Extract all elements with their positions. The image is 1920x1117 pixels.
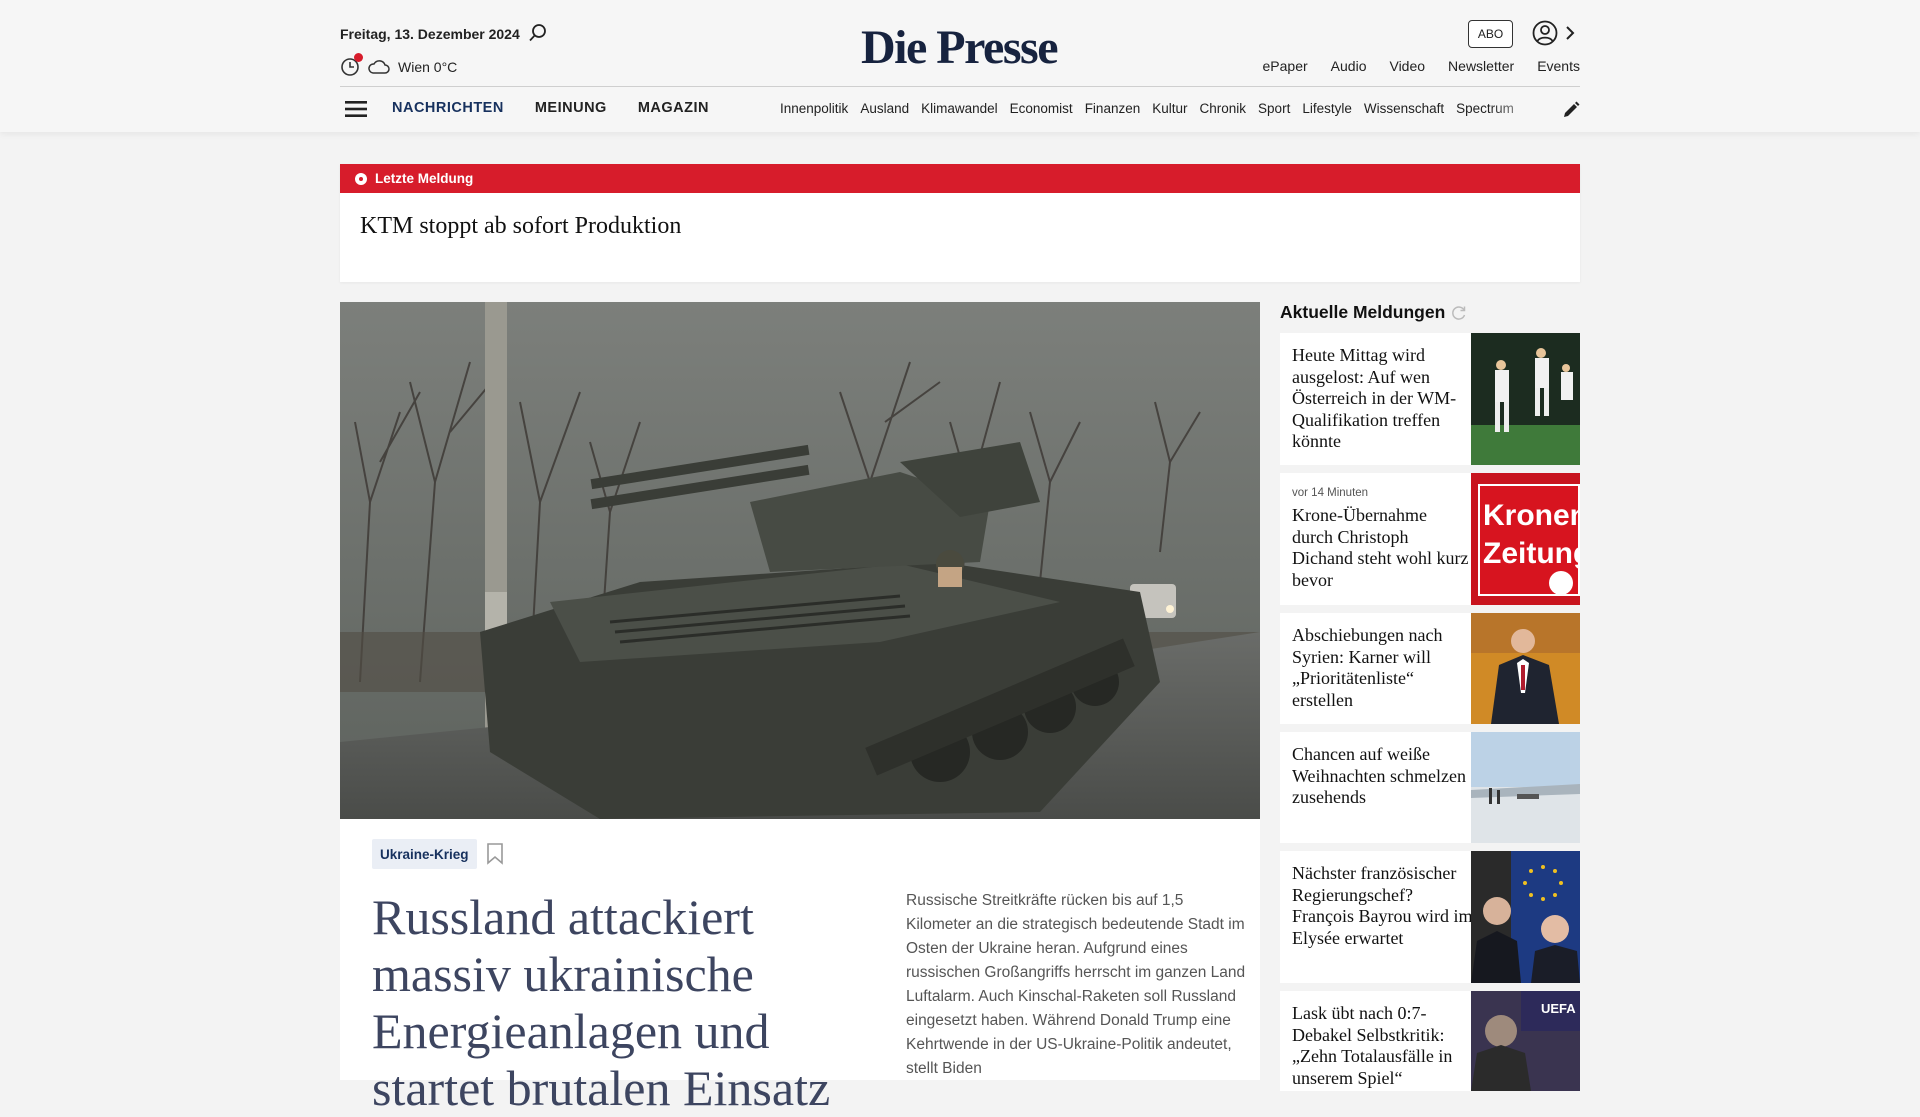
sub-nav: Innenpolitik Ausland Klimawandel Economi… xyxy=(780,101,1550,116)
sub-nav-sport[interactable]: Sport xyxy=(1258,101,1290,116)
list-item[interactable]: Nächster französischer Regierungschef? F… xyxy=(1280,851,1580,983)
sub-nav-chronik[interactable]: Chronik xyxy=(1200,101,1247,116)
breaking-news-bar: Letzte Meldung xyxy=(340,164,1580,193)
abo-button[interactable]: ABO xyxy=(1468,20,1513,48)
news-headline[interactable]: Nächster französischer Regierungschef? F… xyxy=(1292,863,1476,949)
nav-divider xyxy=(340,86,1580,87)
list-item[interactable]: Heute Mittag wird ausgelost: Auf wen Öst… xyxy=(1280,333,1580,465)
top-link-audio[interactable]: Audio xyxy=(1331,58,1367,74)
top-link-video[interactable]: Video xyxy=(1389,58,1425,74)
news-time: vor 14 Minuten xyxy=(1292,487,1369,499)
current-date: Freitag, 13. Dezember 2024 xyxy=(340,26,520,42)
nav-nachrichten[interactable]: NACHRICHTEN xyxy=(392,100,504,116)
kronen-zeitung-thumbnail[interactable]: Kronen Zeitung xyxy=(1471,473,1580,605)
site-header: Freitag, 13. Dezember 2024 Wien 0°C Die … xyxy=(0,0,1920,132)
breaking-label: Letzte Meldung xyxy=(375,171,474,186)
lead-teaser: Russische Streitkräfte rücken bis auf 1,… xyxy=(906,892,1246,1077)
sidebar-title: Aktuelle Meldungen xyxy=(1280,302,1446,322)
winter-landscape-thumbnail[interactable] xyxy=(1471,732,1580,843)
news-text: Nächster französischer Regierungschef? F… xyxy=(1292,863,1476,949)
search-icon[interactable] xyxy=(528,23,548,43)
news-text: Lask übt nach 0:7-Debakel Selbstkritik: … xyxy=(1292,1003,1470,1089)
header-inner: Freitag, 13. Dezember 2024 Wien 0°C Die … xyxy=(340,0,1580,132)
politician-thumbnail[interactable] xyxy=(1471,613,1580,724)
top-link-epaper[interactable]: ePaper xyxy=(1263,58,1308,74)
sidebar-header: Aktuelle Meldungen xyxy=(1280,302,1580,323)
news-list: Heute Mittag wird ausgelost: Auf wen Öst… xyxy=(1280,333,1580,1099)
sub-nav-klimawandel[interactable]: Klimawandel xyxy=(921,101,998,116)
news-text: vor 14 Minuten Krone-Übernahme durch Chr… xyxy=(1292,487,1470,591)
topic-tag[interactable]: Ukraine-Krieg xyxy=(372,839,477,869)
clock-icon[interactable] xyxy=(340,53,363,77)
sub-nav-finanzen[interactable]: Finanzen xyxy=(1085,101,1141,116)
refresh-icon[interactable] xyxy=(1451,305,1467,321)
chevron-right-icon[interactable] xyxy=(1564,23,1576,43)
sub-nav-lifestyle[interactable]: Lifestyle xyxy=(1302,101,1352,116)
sub-nav-wissenschaft[interactable]: Wissenschaft xyxy=(1364,101,1444,116)
sub-nav-economist[interactable]: Economist xyxy=(1010,101,1073,116)
list-item[interactable]: vor 14 Minuten Krone-Übernahme durch Chr… xyxy=(1280,473,1580,605)
sub-nav-ausland[interactable]: Ausland xyxy=(860,101,909,116)
lead-body: Ukraine-Krieg Russland attackiert massiv… xyxy=(340,819,1260,1116)
bayrou-macron-thumbnail[interactable] xyxy=(1471,851,1580,983)
top-link-newsletter[interactable]: Newsletter xyxy=(1448,58,1514,74)
list-item[interactable]: Chancen auf weiße Weihnachten schmelzen … xyxy=(1280,732,1580,843)
news-headline[interactable]: Krone-Übernahme durch Christoph Dichand … xyxy=(1292,505,1470,591)
top-link-events[interactable]: Events xyxy=(1537,58,1580,74)
cloud-icon xyxy=(368,60,390,74)
zeitung-word: Zeitung xyxy=(1483,537,1580,570)
live-icon xyxy=(355,172,367,185)
football-coach-thumbnail[interactable]: UEFA xyxy=(1471,991,1580,1091)
sub-nav-kultur[interactable]: Kultur xyxy=(1152,101,1187,116)
uefa-word: UEFA xyxy=(1541,1001,1576,1016)
kronen-word: Kronen xyxy=(1483,499,1580,532)
lead-image-tank-photo[interactable] xyxy=(340,302,1260,819)
news-text: Abschiebungen nach Syrien: Karner will „… xyxy=(1292,625,1470,711)
pencil-icon[interactable] xyxy=(1562,101,1580,119)
list-item[interactable]: Abschiebungen nach Syrien: Karner will „… xyxy=(1280,613,1580,724)
nav-magazin[interactable]: MAGAZIN xyxy=(638,100,709,116)
latest-news-sidebar: Aktuelle Meldungen Heute Mittag wird aus… xyxy=(1280,302,1580,1091)
lead-article[interactable]: Ukraine-Krieg Russland attackiert massiv… xyxy=(340,302,1260,1116)
menu-icon[interactable] xyxy=(345,100,367,118)
user-icon[interactable] xyxy=(1532,20,1558,46)
breaking-headline[interactable]: KTM stoppt ab sofort Produktion xyxy=(340,193,1580,240)
weather-row: Wien 0°C xyxy=(340,53,458,77)
list-item[interactable]: Lask übt nach 0:7-Debakel Selbstkritik: … xyxy=(1280,991,1580,1091)
lead-title[interactable]: Russland attackiert massiv ukrainische E… xyxy=(372,889,872,1117)
main-nav: NACHRICHTEN MEINUNG MAGAZIN xyxy=(392,100,709,116)
site-logo[interactable]: Die Presse xyxy=(859,20,1059,75)
weather-text: Wien 0°C xyxy=(398,59,458,75)
news-headline[interactable]: Lask übt nach 0:7-Debakel Selbstkritik: … xyxy=(1292,1003,1470,1089)
news-headline[interactable]: Heute Mittag wird ausgelost: Auf wen Öst… xyxy=(1292,345,1470,453)
news-headline[interactable]: Chancen auf weiße Weihnachten schmelzen … xyxy=(1292,744,1470,809)
top-links: ePaper Audio Video Newsletter Events xyxy=(1240,58,1580,74)
news-headline[interactable]: Abschiebungen nach Syrien: Karner will „… xyxy=(1292,625,1470,711)
nav-meinung[interactable]: MEINUNG xyxy=(535,100,607,116)
football-players-thumbnail[interactable] xyxy=(1471,333,1580,465)
news-text: Heute Mittag wird ausgelost: Auf wen Öst… xyxy=(1292,345,1470,453)
breaking-news-box[interactable]: Letzte Meldung KTM stoppt ab sofort Prod… xyxy=(340,164,1580,282)
sub-nav-spectrum[interactable]: Spectrum xyxy=(1456,101,1514,116)
news-text: Chancen auf weiße Weihnachten schmelzen … xyxy=(1292,744,1470,809)
sub-nav-innenpolitik[interactable]: Innenpolitik xyxy=(780,101,848,116)
notification-dot xyxy=(354,53,363,62)
bookmark-icon[interactable] xyxy=(486,843,504,865)
